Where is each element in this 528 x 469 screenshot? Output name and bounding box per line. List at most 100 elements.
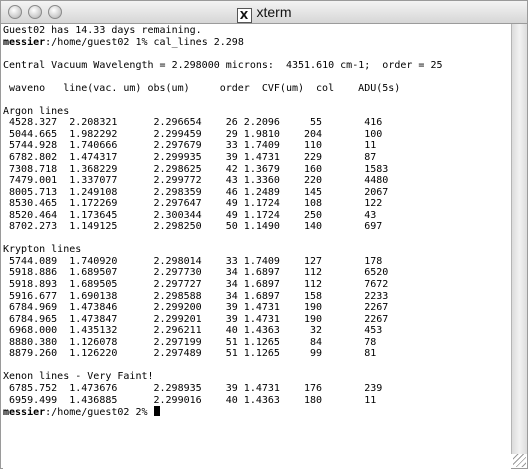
xterm-window: Xxterm Guest02 has 14.33 days remaining.…: [0, 0, 528, 469]
shell-prompt: :/home/guest02 2%: [45, 407, 154, 419]
table-cell: 11: [364, 394, 377, 406]
table-cell: 51: [225, 348, 238, 360]
table-cell: 8880.380: [9, 336, 58, 348]
text-cursor: [153, 406, 160, 417]
table-cell: 1.4731: [243, 382, 280, 394]
table-cell: 78: [364, 336, 377, 348]
table-cell: 178: [364, 255, 383, 267]
table-cell: 2.300344: [153, 209, 202, 221]
table-cell: 49: [225, 198, 238, 210]
table-cell: 1.172269: [69, 198, 118, 210]
table-row: 6784.965 1.473847 2.299201 39 1.4731 190 2267: [3, 314, 511, 326]
table-cell: 40: [225, 394, 238, 406]
table-cell: 2.299016: [153, 394, 202, 406]
table-cell: 112: [304, 279, 323, 291]
table-cell: 81: [364, 348, 377, 360]
section-title: Xenon lines - Very Faint!: [3, 371, 154, 383]
table-cell: 32: [310, 325, 323, 337]
table-row: 8880.380 1.126078 2.297199 51 1.1265 84 78: [3, 337, 511, 349]
table-row: 5044.665 1.982292 2.299459 29 1.9810 204 100: [3, 129, 511, 141]
table-cell: 1.1265: [243, 348, 280, 360]
table-cell: 4528.327: [9, 117, 58, 129]
table-cell: 1.740920: [69, 255, 118, 267]
table-cell: 2.298935: [153, 382, 202, 394]
table-cell: 158: [304, 290, 323, 302]
table-cell: 6968.000: [9, 325, 58, 337]
table-cell: 697: [364, 221, 383, 233]
table-cell: 84: [310, 336, 323, 348]
table-cell: 220: [304, 175, 323, 187]
section-title: Krypton lines: [3, 244, 82, 256]
table-cell: 8702.273: [9, 221, 58, 233]
table-cell: 1.337077: [69, 175, 118, 187]
table-cell: 6782.802: [9, 152, 58, 164]
window-title: xterm: [256, 4, 292, 20]
table-cell: 7479.001: [9, 175, 58, 187]
table-cell: 2267: [364, 313, 389, 325]
table-cell: 2.2096: [243, 117, 280, 129]
shell-command: :/home/guest02 1% cal_lines 2.298: [45, 36, 244, 48]
table-cell: 26: [225, 117, 238, 129]
table-cell: 1.149125: [69, 221, 118, 233]
table-cell: 5744.089: [9, 255, 58, 267]
table-cell: 51: [225, 336, 238, 348]
table-cell: 2.298359: [153, 186, 202, 198]
table-cell: 11: [364, 140, 377, 152]
table-cell: 416: [364, 117, 383, 129]
table-cell: 2.296654: [153, 117, 202, 129]
table-cell: 1.435132: [69, 325, 118, 337]
table-row: 6959.499 1.436885 2.299016 40 1.4363 180 11: [3, 395, 511, 407]
table-cell: 2.298625: [153, 163, 202, 175]
table-cell: 6959.499: [9, 394, 58, 406]
table-row: 8702.273 1.149125 2.298250 50 1.1490 140 697: [3, 221, 511, 233]
table-cell: 50: [225, 221, 238, 233]
table-cell: 2.299200: [153, 302, 202, 314]
table-cell: 8520.464: [9, 209, 58, 221]
table-cell: 1.436885: [69, 394, 118, 406]
table-cell: 122: [364, 198, 383, 210]
resize-grip-icon[interactable]: [513, 454, 526, 467]
table-cell: 6520: [364, 267, 389, 279]
table-cell: 1.689505: [69, 279, 118, 291]
table-cell: 176: [304, 382, 323, 394]
title-bar[interactable]: Xxterm: [1, 1, 527, 24]
table-cell: 99: [310, 348, 323, 360]
table-row: 8879.260 1.126220 2.297489 51 1.1265 99 81: [3, 348, 511, 360]
table-cell: 1.1265: [243, 336, 280, 348]
table-cell: 2.297489: [153, 348, 202, 360]
hostname-label: messier: [3, 407, 46, 419]
table-cell: 2.297727: [153, 279, 202, 291]
column-headers: waveno line(vac. um) obs(um) order CVF(um) co…: [3, 83, 511, 95]
table-cell: 1.126078: [69, 336, 118, 348]
table-cell: 2.296211: [153, 325, 202, 337]
table-cell: 8005.713: [9, 186, 58, 198]
table-cell: 39: [225, 302, 238, 314]
table-cell: 110: [304, 140, 323, 152]
table-cell: 190: [304, 302, 323, 314]
x11-icon: X: [236, 8, 252, 23]
table-cell: 42: [225, 163, 238, 175]
table-cell: 1.7409: [243, 255, 280, 267]
table-cell: 1.1490: [243, 221, 280, 233]
table-row: 5918.893 1.689505 2.297727 34 1.6897 112 7672: [3, 279, 511, 291]
table-cell: 1.7409: [243, 140, 280, 152]
column-header: CVF(um): [261, 82, 305, 94]
table-cell: 7308.718: [9, 163, 58, 175]
table-cell: 100: [364, 128, 383, 140]
hostname-label: messier: [3, 36, 46, 48]
table-row: 8520.464 1.173645 2.300344 49 1.1724 250 43: [3, 210, 511, 222]
terminal-output[interactable]: Guest02 has 14.33 days remaining. messier…: [3, 24, 511, 469]
table-cell: 1.6897: [243, 279, 280, 291]
table-cell: 6784.965: [9, 313, 58, 325]
column-header: waveno: [9, 82, 46, 94]
table-cell: 1.740666: [69, 140, 118, 152]
table-cell: 250: [304, 209, 323, 221]
table-cell: 1.473847: [69, 313, 118, 325]
vertical-scrollbar[interactable]: [511, 24, 527, 454]
table-cell: 43: [364, 209, 377, 221]
table-cell: 1.126220: [69, 348, 118, 360]
table-cell: 453: [364, 325, 383, 337]
table-cell: 180: [304, 394, 323, 406]
table-cell: 1.3679: [243, 163, 280, 175]
